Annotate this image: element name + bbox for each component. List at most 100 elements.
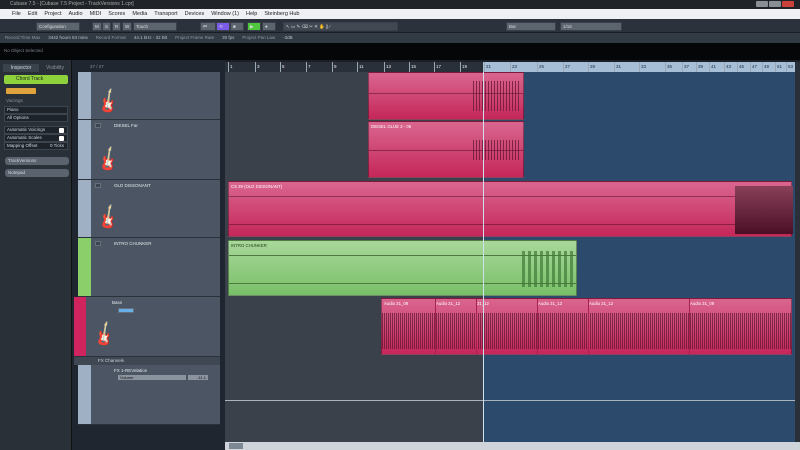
track-row[interactable]: DIESEL Far 🎸 [78, 120, 220, 180]
ruler-tick: 15 [409, 62, 416, 72]
automation-mode-select[interactable]: Touch [133, 22, 177, 31]
monitor-button[interactable] [118, 308, 134, 313]
menu-file[interactable]: File [12, 9, 21, 19]
voicing-select[interactable]: Piano [4, 106, 68, 114]
write-all-button[interactable]: W [122, 22, 133, 31]
solo-all-button[interactable]: S [102, 22, 112, 31]
record-button[interactable]: ● [262, 22, 276, 31]
track-row[interactable]: Bass 🎸 [74, 297, 220, 357]
ruler-tick: 43 [724, 62, 731, 72]
waveform [473, 140, 521, 160]
menu-window[interactable]: Window (1) [211, 9, 239, 19]
ruler[interactable]: 1 3 5 7 9 11 13 15 17 19 21 23 25 27 29 31 33 35 37 39 41 43 4… [225, 62, 795, 72]
horizontal-scrollbar[interactable] [225, 442, 800, 450]
window-title: Cubase 7.5 - [Cubase 7.5 Project - Track… [10, 1, 134, 7]
automation-value[interactable]: -11.1 [188, 375, 208, 380]
info-line: Record Time Max 3442 hours 53 mins Record… [0, 33, 800, 43]
info-value[interactable]: 44.1 kHz - 32 Bit [134, 33, 167, 43]
stop-button[interactable]: ■ [230, 22, 244, 31]
status-text: No Object Selected [0, 43, 800, 60]
info-value[interactable]: -3dB [283, 33, 293, 43]
track-name[interactable]: DIESEL Far [114, 123, 138, 128]
inspector-track-name[interactable]: Chord Track [4, 75, 68, 84]
cycle-button[interactable]: ⟲ [216, 22, 230, 31]
event-name: Audio 31_09 [689, 299, 714, 355]
tab-inspector[interactable]: Inspector [3, 64, 39, 72]
track-row[interactable]: 🎸 [78, 72, 220, 120]
check-icon[interactable] [59, 136, 64, 141]
configuration-button[interactable]: Configuration [36, 22, 80, 31]
checkbox-label: Automatic Voicings [7, 127, 46, 132]
checkbox-label: Automatic Scales [7, 135, 42, 140]
menu-audio[interactable]: Audio [68, 9, 82, 19]
folder-track[interactable]: FX Channels [74, 357, 220, 365]
track-color-strip [78, 238, 91, 296]
audio-event[interactable] [368, 72, 524, 120]
rewind-button[interactable]: ⏮ [200, 22, 216, 31]
ruler-tick: 21 [484, 62, 491, 72]
menu-help[interactable]: Help [246, 9, 257, 19]
menu-steinberg-hub[interactable]: Steinberg Hub [264, 9, 299, 19]
scrollbar-thumb[interactable] [229, 443, 243, 449]
menu-bar: File Edit Project Audio MIDI Scores Media Trans… [0, 9, 800, 19]
ruler-tick: 45 [737, 62, 744, 72]
tool-buttons[interactable]: ↖ ▭ ✎ ⌫ ✂ ✕ ✋ ∥ ⁄ [283, 22, 398, 31]
vertical-scrollbar[interactable] [795, 62, 800, 442]
check-icon[interactable] [59, 128, 64, 133]
info-value[interactable]: 30 fps [222, 33, 234, 43]
menu-devices[interactable]: Devices [185, 9, 205, 19]
track-name[interactable]: OLD DISSONANT [114, 183, 151, 188]
mapping-offset-field[interactable]: Mapping Offset 0 Ticks [4, 142, 68, 150]
mute-button[interactable] [95, 241, 101, 246]
minimize-button[interactable] [756, 1, 768, 7]
automatic-voicings-checkbox[interactable]: Automatic Voicings [4, 126, 68, 134]
mapping-offset-value[interactable]: 0 Ticks [50, 143, 64, 149]
close-button[interactable] [782, 1, 794, 7]
notepad-section[interactable]: Notepad [5, 169, 69, 177]
automation-line[interactable] [225, 400, 795, 401]
tab-visibility[interactable]: Visibility [39, 64, 71, 72]
audio-event[interactable]: Audio 31_09Audio 31_1231_12Audio 31_12Au… [381, 298, 792, 355]
event-name: Audio 31_12 [537, 299, 562, 355]
audio-event[interactable]: DIESEL GLUE 2 - 06 [368, 121, 524, 178]
event-name: Audio 31_09 [384, 301, 409, 306]
track-row[interactable]: INTRO CHUNKER [78, 238, 220, 297]
left-locator[interactable] [483, 72, 484, 442]
mute-button[interactable] [95, 183, 101, 188]
menu-midi[interactable]: MIDI [90, 9, 102, 19]
menu-project[interactable]: Project [44, 9, 61, 19]
grid-type-select[interactable]: Bar [506, 22, 556, 31]
options-select[interactable]: All Options [4, 114, 68, 122]
info-value[interactable]: 3442 hours 53 mins [48, 33, 88, 43]
ruler-tick: 33 [639, 62, 646, 72]
maximize-button[interactable] [769, 1, 781, 7]
menu-transport[interactable]: Transport [154, 9, 177, 19]
menu-scores[interactable]: Scores [108, 9, 125, 19]
chord-track-buttons[interactable] [6, 88, 36, 94]
track-name[interactable]: INTRO CHUNKER [114, 241, 152, 246]
track-color-strip [78, 120, 91, 179]
automation-param-select[interactable]: Volume [118, 375, 186, 380]
track-versions-section[interactable]: TrackVersions [5, 157, 69, 165]
waveform [473, 81, 521, 111]
ruler-tick: 5 [280, 62, 285, 72]
mute-button[interactable] [95, 123, 101, 128]
fx-track-row[interactable]: FX 1-REVelation Volume -11.1 [78, 365, 220, 425]
audio-event[interactable]: CS 29 (OLD DISSONANT) [228, 181, 793, 237]
ruler-tick: 11 [357, 62, 364, 72]
track-row[interactable]: OLD DISSONANT 🎸 [78, 180, 220, 238]
play-button[interactable]: ▶ [247, 22, 261, 31]
automatic-scales-checkbox[interactable]: Automatic Scales [4, 134, 68, 142]
ruler-tick: 19 [460, 62, 467, 72]
track-name[interactable]: FX 1-REVelation [114, 368, 147, 373]
mute-all-button[interactable]: M [92, 22, 102, 31]
quantize-select[interactable]: 1/16 [560, 22, 622, 31]
audio-event[interactable]: INTRO CHUNKER [228, 240, 577, 296]
menu-edit[interactable]: Edit [28, 9, 37, 19]
arrangement-area[interactable]: DIESEL GLUE 2 - 06 CS 29 (OLD DISSONANT)… [225, 72, 795, 442]
read-all-button[interactable]: R [112, 22, 122, 31]
track-name[interactable]: Bass [112, 300, 122, 305]
event-name: DIESEL GLUE 2 - 06 [371, 124, 412, 129]
menu-media[interactable]: Media [132, 9, 147, 19]
ruler-tick: 31 [614, 62, 621, 72]
